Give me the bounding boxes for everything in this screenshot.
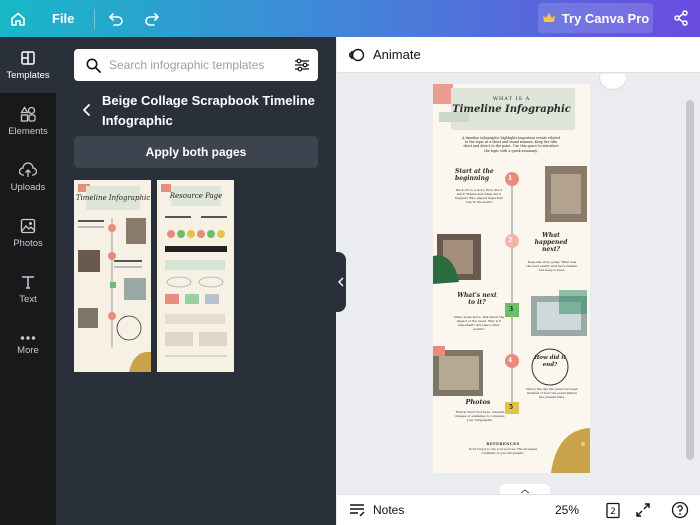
- template-thumbnail-timeline[interactable]: Timeline Infographic: [74, 180, 151, 372]
- references-heading: REFERENCES: [486, 442, 520, 446]
- share-button[interactable]: [666, 3, 696, 33]
- step-body: Share some more. Talk about the impact o…: [453, 315, 505, 331]
- share-icon: [674, 10, 688, 26]
- animate-label: Animate: [373, 47, 421, 62]
- fullscreen-button[interactable]: [635, 502, 651, 523]
- sidebar-item-templates[interactable]: Templates: [0, 37, 56, 93]
- step-number: 1: [508, 175, 513, 182]
- crown-icon: [542, 13, 555, 22]
- undo-button[interactable]: [101, 4, 131, 34]
- sidebar-item-label: Uploads: [10, 181, 46, 193]
- collapse-panel-handle[interactable]: [336, 252, 346, 312]
- sidebar-item-text[interactable]: Text: [0, 261, 56, 317]
- svg-text:Timeline Infographic: Timeline Infographic: [76, 194, 150, 202]
- sidebar-item-label: Elements: [8, 125, 48, 137]
- step-number: 5: [509, 404, 514, 411]
- sidebar-item-elements[interactable]: Elements: [0, 93, 56, 149]
- apply-both-pages-button[interactable]: Apply both pages: [74, 136, 318, 168]
- templates-panel: Search infographic templates Beige Colla…: [56, 37, 336, 525]
- step-heading: Photos: [465, 398, 491, 406]
- design-canvas: WHAT IS A Timeline Infographic A timelin…: [346, 74, 700, 493]
- design-page[interactable]: WHAT IS A Timeline Infographic A timelin…: [433, 84, 590, 473]
- references-body: Don't forget to cite your sources. This …: [468, 447, 538, 455]
- animate-button[interactable]: Animate: [349, 47, 421, 63]
- search-input[interactable]: Search infographic templates: [109, 58, 294, 72]
- step-body: Find in Fact? Not here. relevant images …: [455, 410, 505, 422]
- back-arrow-icon[interactable]: [80, 103, 94, 117]
- try-canva-pro-button[interactable]: Try Canva Pro: [538, 3, 653, 33]
- page-count: 2: [610, 507, 616, 517]
- step-heading: What's next to it?: [457, 292, 497, 306]
- sidebar-item-more[interactable]: More: [0, 317, 56, 373]
- notes-icon: [350, 504, 365, 517]
- left-sidebar: Templates Elements Uploads Photos Text M…: [0, 37, 56, 525]
- thumbnail-preview-image: Resource Page: [157, 180, 234, 372]
- step-body: This is the day the event has been finis…: [526, 387, 578, 399]
- page-heading: Timeline Infographic: [452, 104, 571, 115]
- toolbar-divider: [94, 8, 96, 29]
- canvas-scrollbar[interactable]: [686, 100, 694, 460]
- intro-text: A timeline infographic highlights import…: [462, 136, 560, 153]
- step-heading: Start at the beginning: [455, 168, 494, 182]
- svg-text:Resource Page: Resource Page: [169, 192, 223, 200]
- pages-icon: 2: [606, 502, 620, 519]
- step-body: Keep the story going. What was the next …: [526, 260, 578, 272]
- redo-icon: [145, 12, 160, 26]
- header-small-text: WHAT IS A: [492, 96, 531, 102]
- more-icon: [20, 335, 36, 340]
- canvas-toolbar: Animate: [337, 37, 700, 73]
- help-icon: [671, 501, 689, 519]
- home-button[interactable]: [0, 0, 36, 37]
- expand-icon: [636, 503, 650, 517]
- template-title: Beige Collage Scrapbook Timeline Infogra…: [102, 93, 315, 128]
- step-body: Back off on a story. How did it start? W…: [455, 188, 503, 204]
- try-canva-pro-label: Try Canva Pro: [561, 10, 650, 26]
- zoom-level[interactable]: 25%: [555, 503, 579, 517]
- step-number: 3: [509, 306, 514, 313]
- notes-button[interactable]: Notes: [349, 503, 404, 517]
- sidebar-item-label: More: [17, 344, 39, 356]
- bottom-bar: Notes 25% 2: [337, 494, 700, 525]
- sidebar-item-label: Templates: [6, 69, 50, 81]
- step-number: 4: [508, 357, 513, 364]
- top-bar: File Try Canva Pro: [0, 0, 700, 37]
- search-icon: [86, 58, 101, 73]
- redo-button[interactable]: [137, 4, 167, 34]
- text-icon: [22, 275, 34, 289]
- sidebar-item-photos[interactable]: Photos: [0, 205, 56, 261]
- photos-icon: [20, 218, 36, 233]
- file-menu[interactable]: File: [52, 11, 74, 26]
- help-button[interactable]: [671, 501, 689, 524]
- sidebar-item-label: Photos: [13, 237, 43, 249]
- sidebar-item-uploads[interactable]: Uploads: [0, 149, 56, 205]
- templates-icon: [21, 50, 35, 65]
- sidebar-item-label: Text: [19, 293, 37, 305]
- notes-label: Notes: [373, 503, 405, 517]
- search-bar[interactable]: Search infographic templates: [74, 49, 318, 81]
- animate-icon: [349, 48, 365, 61]
- undo-icon: [109, 12, 124, 26]
- step-heading: How did it end?: [534, 355, 566, 368]
- step-number: 2: [508, 237, 513, 244]
- template-thumbnail-resource-page[interactable]: Resource Page: [157, 180, 234, 372]
- elements-icon: [20, 105, 36, 122]
- uploads-icon: [19, 161, 37, 177]
- comment-button[interactable]: [599, 74, 627, 90]
- step-heading: What happened next?: [534, 232, 568, 253]
- filter-icon[interactable]: [294, 58, 310, 72]
- chevron-left-icon: [338, 277, 344, 287]
- page-count-button[interactable]: 2: [605, 502, 621, 524]
- home-icon: [11, 12, 25, 26]
- thumbnail-preview-image: Timeline Infographic: [74, 180, 151, 372]
